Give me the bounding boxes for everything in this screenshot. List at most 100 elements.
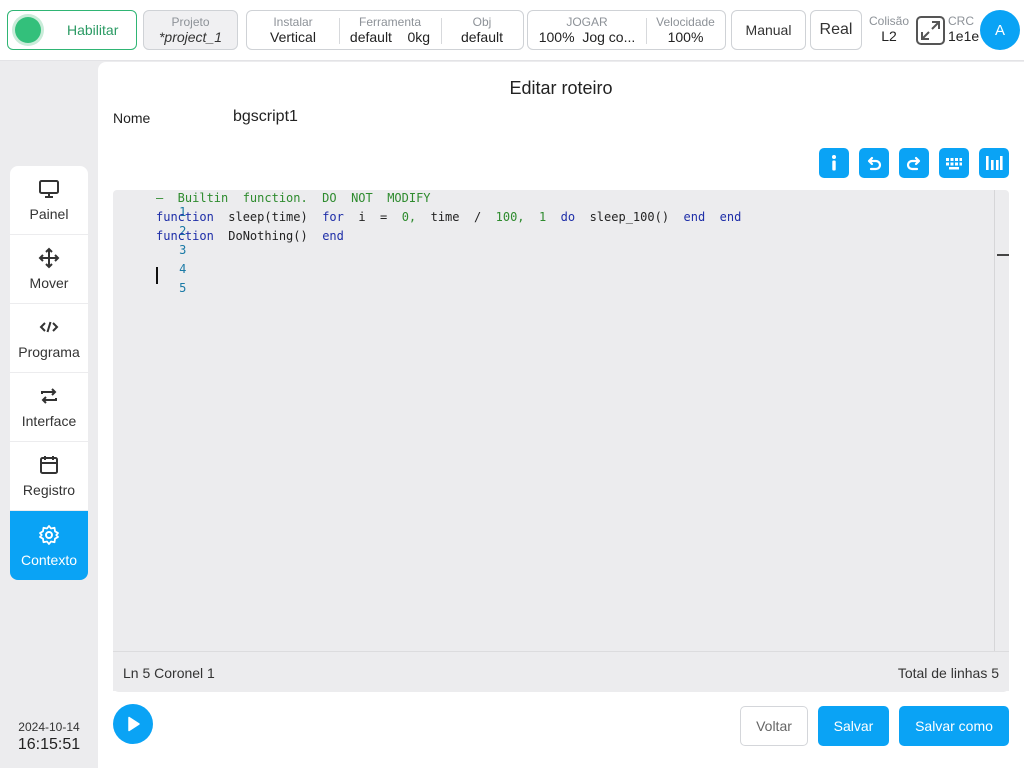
code-line: 4 <box>113 248 993 276</box>
tool-name: default <box>349 29 392 45</box>
install-segment[interactable]: Instalar Vertical <box>247 11 339 49</box>
sidebar-item-label: Contexto <box>20 551 78 568</box>
collision-caption: Colisão <box>868 14 910 28</box>
editor-scrollbar[interactable] <box>994 190 1009 691</box>
keyword-token: end <box>322 229 344 243</box>
enable-status-icon <box>15 17 41 43</box>
identifier-token: sleep_100() <box>589 210 670 224</box>
sidebar-item-mover[interactable]: Mover <box>10 235 88 304</box>
gear-icon <box>38 524 60 546</box>
total-lines: Total de linhas 5 <box>897 665 999 681</box>
speed-caption: Velocidade <box>656 15 715 29</box>
script-name-value[interactable]: bgscript1 <box>233 108 298 126</box>
line-content: function DoNothing() end <box>156 229 344 243</box>
speed-segment[interactable]: Velocidade 100% <box>646 11 725 49</box>
jog-percent: 100% <box>538 29 575 45</box>
identifier-token: i = <box>358 210 388 224</box>
keyboard-button[interactable] <box>939 148 969 178</box>
editor-status-bar: Ln 5 Coronel 1 Total de linhas 5 <box>113 651 1009 692</box>
undo-button[interactable] <box>859 148 889 178</box>
run-script-button[interactable] <box>113 704 153 744</box>
keyword-token: for <box>322 210 344 224</box>
swap-arrows-icon <box>38 385 60 407</box>
keyword-token: end <box>719 210 742 224</box>
sidebar-item-registro[interactable]: Registro <box>10 442 88 511</box>
project-value: *project_1 <box>158 29 223 45</box>
back-button[interactable]: Voltar <box>740 706 808 746</box>
line-number: 5 <box>179 281 187 295</box>
columns-icon <box>986 156 1003 170</box>
jog-caption: JOGAR <box>566 15 608 29</box>
identifier-token: sleep(time) <box>228 210 308 224</box>
speed-value: 100% <box>667 29 704 45</box>
move-arrows-icon <box>38 247 60 269</box>
sidebar-item-label: Painel <box>29 206 69 222</box>
code-line: 2 function sleep(time) for i = 0, time /… <box>113 210 993 238</box>
code-icon <box>38 316 60 338</box>
line-content: — Builtin function. DO NOT MODIFY <box>156 191 431 205</box>
jog-mode: Jog co... <box>582 29 636 45</box>
columns-button[interactable] <box>979 148 1009 178</box>
keyboard-icon <box>946 158 962 170</box>
tool-weight: 0kg <box>407 29 431 45</box>
text-caret <box>156 267 158 284</box>
line-content: function sleep(time) for i = 0, time / 1… <box>156 210 741 224</box>
info-icon <box>832 155 836 171</box>
project-button[interactable]: Projeto *project_1 <box>143 10 238 50</box>
number-token: 1 <box>538 210 547 224</box>
redo-button[interactable] <box>899 148 929 178</box>
identifier-token: time / <box>430 210 482 224</box>
top-bar: Habilitar Projeto *project_1 Instalar Ve… <box>0 0 1024 61</box>
comment-text: — Builtin function. DO NOT MODIFY <box>156 191 431 205</box>
obj-caption: Obj <box>472 15 492 29</box>
obj-value: default <box>460 29 504 45</box>
jog-segment[interactable]: JOGAR 100% Jog co... <box>528 11 646 49</box>
install-value: Vertical <box>270 29 316 45</box>
tool-segment[interactable]: Ferramenta default 0kg <box>339 11 441 49</box>
enable-button[interactable]: Habilitar <box>7 10 137 50</box>
save-as-button[interactable]: Salvar como <box>899 706 1009 746</box>
enable-label: Habilitar <box>67 22 119 38</box>
sidebar-item-label: Mover <box>29 275 69 291</box>
install-tool-obj-group[interactable]: Instalar Vertical Ferramenta default 0kg… <box>246 10 524 50</box>
obj-segment[interactable]: Obj default <box>441 11 523 49</box>
collision-level: Colisão L2 <box>866 14 912 45</box>
redo-icon <box>906 156 921 171</box>
number-token: 100, <box>495 210 525 224</box>
project-caption: Projeto <box>171 15 210 29</box>
user-avatar[interactable]: A <box>980 10 1020 50</box>
number-token: 0, <box>401 210 417 224</box>
tool-value: default 0kg <box>339 29 441 46</box>
page-title: Editar roteiro <box>509 78 613 98</box>
system-clock: 2024-10-14 16:15:51 <box>10 720 88 754</box>
clock-date: 2024-10-14 <box>18 720 80 734</box>
jog-value: 100% Jog co... <box>528 29 646 46</box>
crc-indicator: CRC 1e1e <box>948 14 980 45</box>
tool-caption: Ferramenta <box>358 15 422 29</box>
sidebar-nav: Painel Mover Programa Interface Registro… <box>10 166 88 580</box>
sidebar-item-contexto[interactable]: Contexto <box>10 511 88 580</box>
jog-speed-group[interactable]: JOGAR 100% Jog co... Velocidade 100% <box>527 10 726 50</box>
info-button[interactable] <box>819 148 849 178</box>
keyword-token: function <box>156 210 214 224</box>
expand-icon[interactable] <box>916 16 945 45</box>
sidebar-item-painel[interactable]: Painel <box>10 166 88 235</box>
code-editor[interactable]: 1 — Builtin function. DO NOT MODIFY 2 fu… <box>113 190 1009 691</box>
cursor-position: Ln 5 Coronel 1 <box>123 665 215 681</box>
collision-value: L2 <box>881 28 897 44</box>
manual-mode-button[interactable]: Manual <box>731 10 806 50</box>
sidebar-item-label: Registro <box>22 482 76 498</box>
play-icon <box>128 716 140 732</box>
clock-time: 16:15:51 <box>17 736 81 753</box>
script-editor-panel: Editar roteiro Nome bgscript1 1 — Builti… <box>98 62 1024 768</box>
save-button[interactable]: Salvar <box>818 706 889 746</box>
sidebar-item-interface[interactable]: Interface <box>10 373 88 442</box>
undo-icon <box>867 156 882 171</box>
real-mode-button[interactable]: Real <box>810 10 862 50</box>
script-name-label: Nome <box>113 110 151 126</box>
sidebar-item-label: Programa <box>18 344 80 360</box>
sidebar-item-label: Interface <box>21 413 77 429</box>
keyword-token: end <box>683 210 706 224</box>
crc-caption: CRC <box>948 14 974 28</box>
sidebar-item-programa[interactable]: Programa <box>10 304 88 373</box>
